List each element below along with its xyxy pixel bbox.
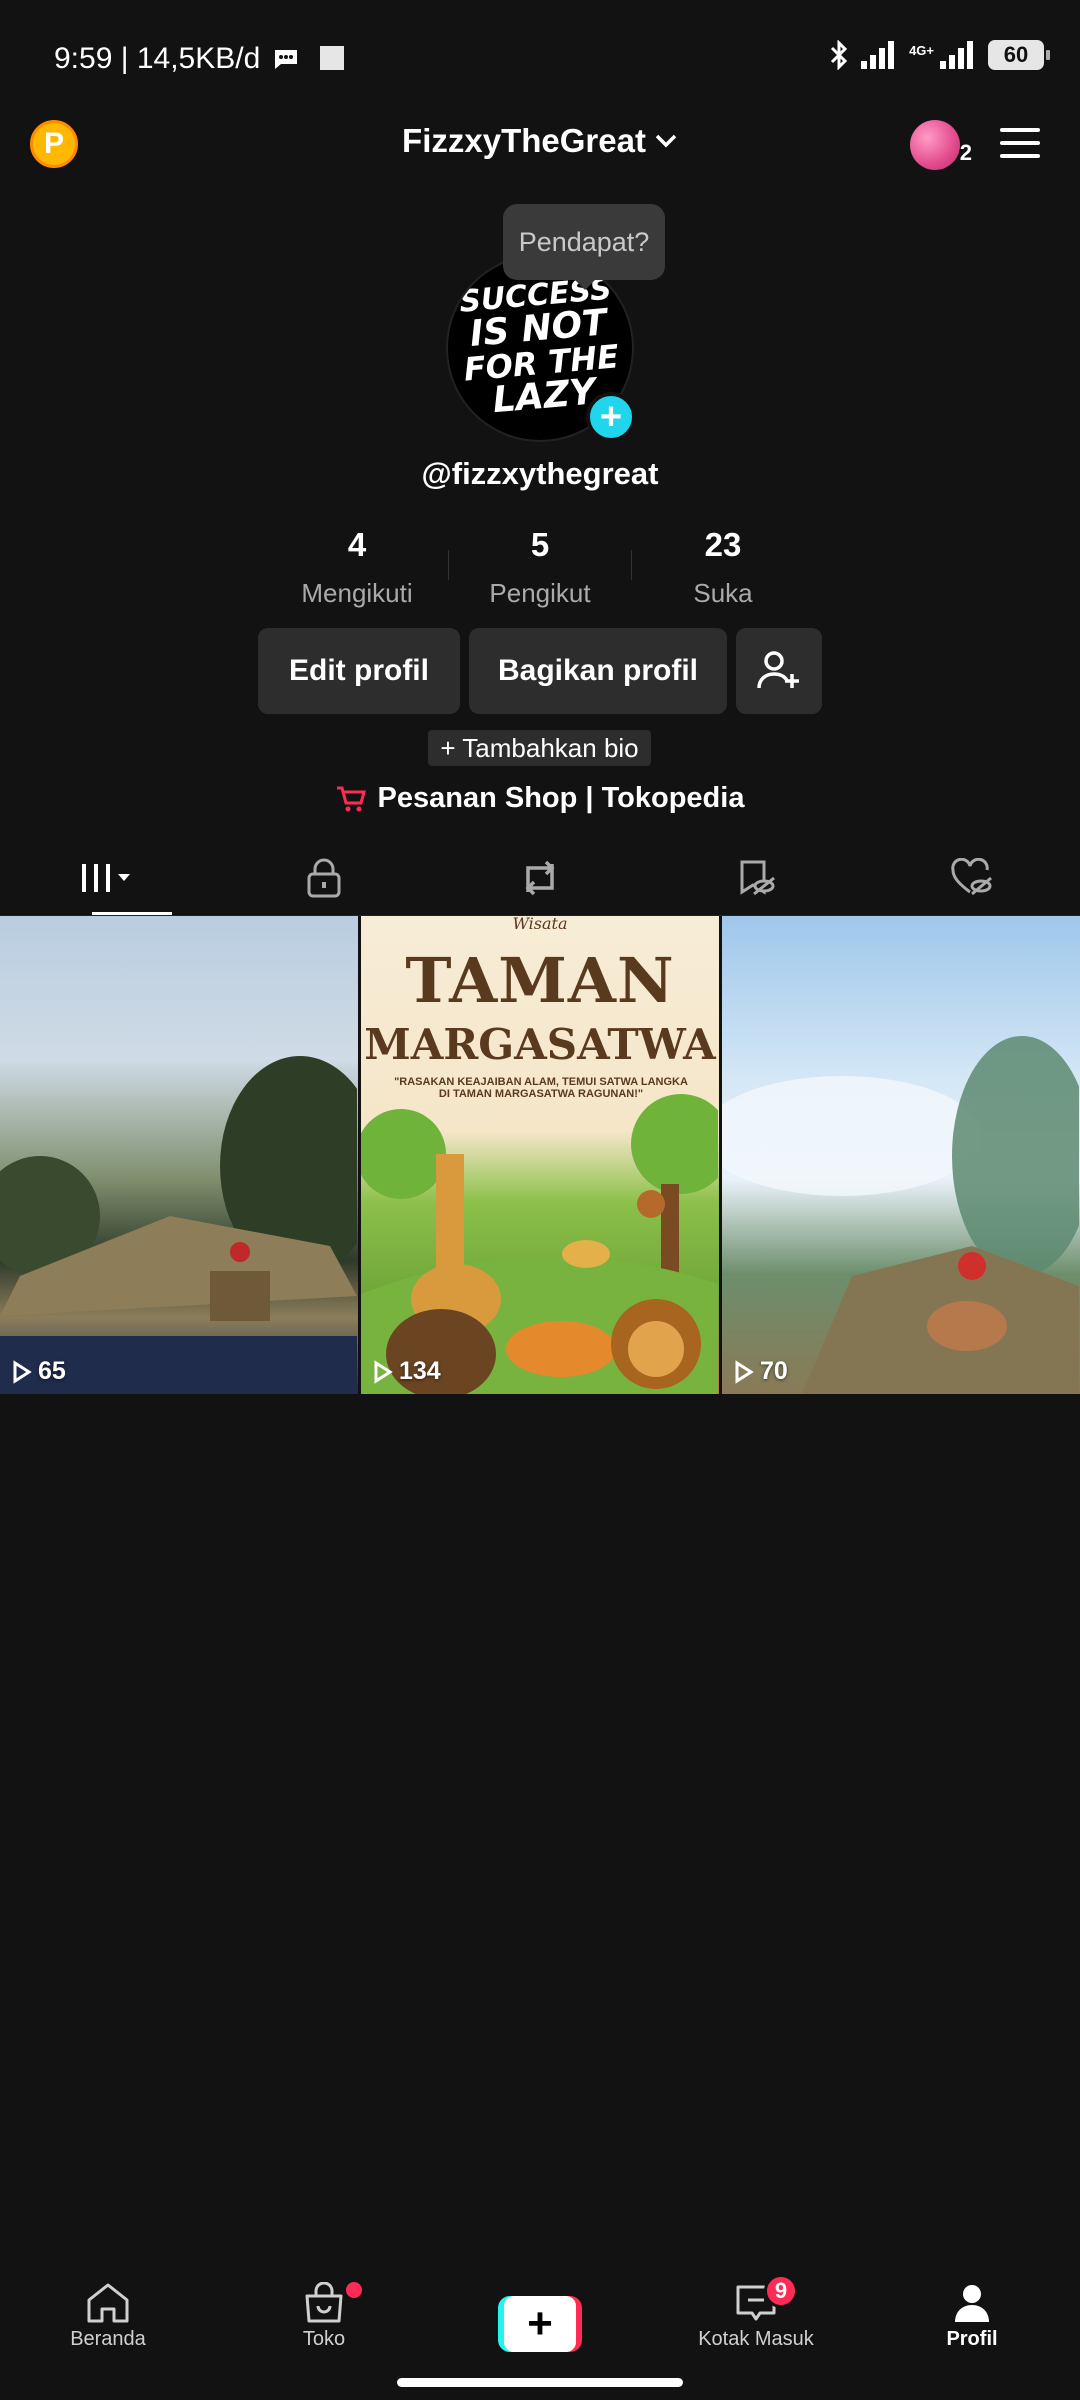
play-icon: [374, 1359, 393, 1384]
play-icon: [735, 1359, 754, 1384]
stat-label: Pengikut: [489, 578, 591, 608]
status-time: 9:59 | 14,5KB/d: [54, 42, 345, 76]
stat-label: Mengikuti: [301, 578, 413, 608]
nav-inbox-label: Kotak Masuk: [698, 2328, 814, 2350]
shop-orders-label: Pesanan Shop | Tokopedia: [377, 782, 745, 814]
message-notification-icon: [274, 50, 297, 69]
tab-favorites[interactable]: [648, 840, 864, 915]
nav-home-label: Beranda: [70, 2328, 146, 2350]
shop-notification-dot: [346, 2282, 362, 2298]
stat-label: Suka: [693, 578, 753, 608]
video-thumbnail[interactable]: Wisata TAMAN MARGASATWA "RASAKAN KEAJAIB…: [361, 916, 719, 1394]
profile-header: P FizzxyTheGreat 2: [0, 110, 1080, 180]
poster-script-text: Wisata: [512, 916, 568, 933]
battery-icon: 60: [988, 40, 1050, 70]
edit-profile-button[interactable]: Edit profil: [258, 628, 460, 714]
stat-value: 23: [704, 526, 742, 563]
avatar-line: LAZY: [491, 371, 598, 422]
square-notification-icon: [319, 46, 344, 70]
page-title: FizzxyTheGreat: [402, 122, 646, 159]
tab-reposts[interactable]: [432, 840, 648, 915]
cart-icon: [336, 786, 366, 811]
menu-icon[interactable]: [1000, 126, 1040, 160]
add-avatar-button[interactable]: +: [586, 392, 636, 442]
bookmark-hidden-icon: [740, 860, 775, 895]
bluetooth-icon: [831, 40, 848, 70]
plus-icon: +: [504, 2296, 576, 2352]
thumbnail-scene: [722, 1036, 1079, 1394]
battery-level: 60: [1003, 42, 1029, 67]
nav-shop[interactable]: Toko: [216, 2270, 432, 2370]
view-count-value: 70: [760, 1357, 788, 1385]
tab-liked[interactable]: [864, 840, 1080, 915]
home-indicator[interactable]: [397, 2378, 683, 2387]
share-profile-button[interactable]: Bagikan profil: [469, 628, 727, 714]
view-count: 70: [734, 1357, 788, 1386]
chevron-down-icon: [655, 134, 677, 148]
view-count-value: 134: [399, 1357, 441, 1385]
nav-profile[interactable]: Profil: [864, 2270, 1080, 2370]
bottom-nav: Beranda Toko + 9 Kotak Masuk Profil: [0, 2270, 1080, 2370]
status-icons: 4G+ 60: [829, 40, 1050, 70]
nav-home[interactable]: Beranda: [0, 2270, 216, 2370]
nav-profile-label: Profil: [946, 2328, 998, 2350]
add-friend-button[interactable]: [736, 628, 822, 714]
nav-create[interactable]: +: [432, 2270, 648, 2370]
tooltip-text: Pendapat?: [518, 226, 650, 257]
poster-title-line1: TAMAN: [405, 944, 675, 1017]
view-count-value: 65: [38, 1357, 66, 1385]
poster-title-line2: MARGASATWA: [364, 1020, 716, 1069]
video-thumbnail[interactable]: 65: [0, 916, 358, 1394]
video-grid: 65 Wisata TAMAN MARGASATWA "RASAKAN KEAJ…: [0, 916, 1080, 1394]
nav-inbox[interactable]: 9 Kotak Masuk: [648, 2270, 864, 2370]
view-count: 134: [373, 1357, 441, 1386]
feedback-tooltip[interactable]: Pendapat?: [503, 204, 665, 290]
play-icon: [13, 1359, 32, 1384]
video-thumbnail[interactable]: 70: [722, 916, 1080, 1394]
heart-hidden-icon: [951, 857, 992, 895]
view-count: 65: [12, 1357, 66, 1386]
thumbnail-scene: [0, 1056, 357, 1394]
add-user-icon: [757, 651, 799, 689]
grid-icon: [82, 863, 130, 892]
signal-icon-2: [940, 41, 973, 69]
status-bar: 9:59 | 14,5KB/d 4G+ 60: [0, 0, 1080, 120]
inbox-badge: 9: [764, 2274, 798, 2308]
repost-icon: [525, 860, 555, 895]
poster-illustration: [361, 1094, 718, 1394]
active-tab-indicator: [92, 912, 172, 915]
shopping-bag-icon: [305, 2282, 343, 2323]
add-bio-button[interactable]: + Tambahkan bio: [428, 730, 651, 766]
friends-avatar[interactable]: [910, 120, 960, 170]
profile-stats: 4 Mengikuti 5 Pengikut 23 Suka: [0, 526, 1080, 609]
tab-videos[interactable]: [0, 840, 216, 915]
profile-icon: [955, 2285, 989, 2322]
stat-following[interactable]: 4 Mengikuti: [266, 526, 448, 609]
stat-value: 4: [347, 526, 367, 563]
content-tabs: [0, 840, 1080, 916]
nav-shop-label: Toko: [302, 2328, 346, 2350]
create-button[interactable]: +: [498, 2296, 582, 2352]
signal-icon: [861, 41, 895, 69]
tab-private[interactable]: [216, 840, 432, 915]
stat-likes[interactable]: 23 Suka: [632, 526, 814, 609]
stat-followers[interactable]: 5 Pengikut: [449, 526, 631, 609]
profile-actions: Edit profil Bagikan profil: [0, 628, 1080, 714]
home-icon: [87, 2283, 129, 2323]
stat-value: 5: [530, 526, 550, 563]
username: @fizzxythegreat: [421, 456, 659, 491]
shop-orders-link[interactable]: Pesanan Shop | Tokopedia: [0, 782, 1080, 815]
status-time-text: 9:59 | 14,5KB/d: [54, 42, 261, 75]
network-type: 4G+: [909, 42, 934, 58]
friends-count: 2: [959, 140, 972, 165]
lock-icon: [307, 858, 341, 897]
